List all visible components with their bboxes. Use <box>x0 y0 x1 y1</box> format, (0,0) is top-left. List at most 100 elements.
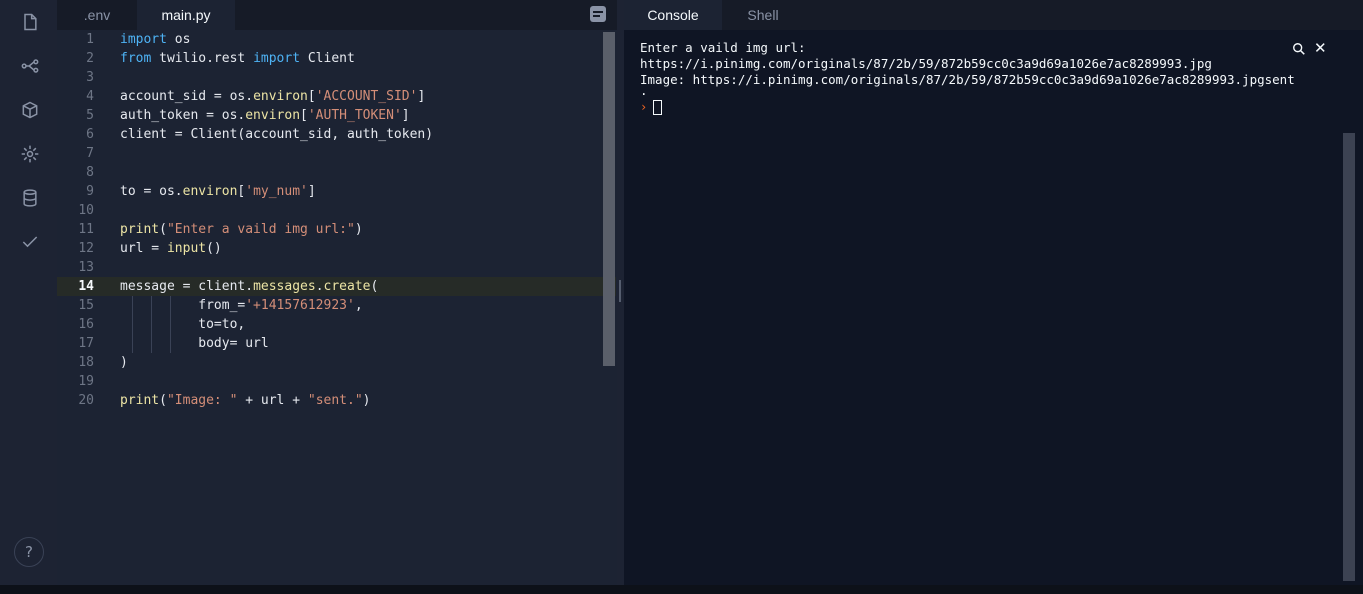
code-token: [ <box>300 108 308 123</box>
line-number: 13 <box>78 260 94 275</box>
code-line[interactable]: account_sid = os.environ['ACCOUNT_SID'] <box>120 87 425 106</box>
code-line[interactable]: message = client.messages.create( <box>120 277 378 296</box>
line-number: 15 <box>78 298 94 313</box>
files-icon[interactable] <box>18 10 42 34</box>
code-line[interactable]: client = Client(account_sid, auth_token) <box>120 125 433 144</box>
code-token: "Image: " <box>166 393 238 408</box>
code-token: + url + <box>237 393 308 408</box>
settings-icon[interactable] <box>18 142 42 166</box>
code-token: 'AUTH_TOKEN' <box>307 108 402 123</box>
line-number: 14 <box>78 279 94 294</box>
code-token: from <box>120 51 152 66</box>
pane-divider[interactable] <box>617 0 624 585</box>
divider-handle[interactable] <box>619 280 621 302</box>
code-line[interactable]: ) <box>120 353 128 372</box>
code-token: to = os. <box>120 184 183 199</box>
code-token: Client <box>300 51 355 66</box>
version-control-icon[interactable] <box>18 54 42 78</box>
line-number: 16 <box>78 317 94 332</box>
code-token: url = <box>120 241 167 256</box>
code-token: [ <box>307 89 316 104</box>
code-token: 'ACCOUNT_SID' <box>315 89 418 104</box>
code-line[interactable]: to = os.environ['my_num'] <box>120 182 316 201</box>
code-line[interactable]: url = input() <box>120 239 222 258</box>
tab-env[interactable]: .env <box>67 0 127 30</box>
help-button[interactable]: ? <box>14 537 44 567</box>
line-number: 19 <box>78 374 94 389</box>
code-token: . <box>315 279 324 294</box>
console-line: Image: https://i.pinimg.com/originals/87… <box>640 72 1295 87</box>
code-token: print <box>120 222 160 237</box>
line-number: 11 <box>78 222 94 237</box>
console-output[interactable]: Enter a vaild img url: https://i.pinimg.… <box>640 40 1340 116</box>
close-icon[interactable]: ✕ <box>1314 40 1328 56</box>
line-number: 1 <box>86 32 94 47</box>
code-token: environ <box>182 184 238 199</box>
packages-icon[interactable] <box>18 98 42 122</box>
code-token: () <box>206 241 222 256</box>
code-token: body= url <box>120 336 269 351</box>
editor-scrollbar[interactable] <box>603 32 615 366</box>
line-number: 4 <box>86 89 94 104</box>
console-tab-bar: Console Shell <box>624 0 1363 30</box>
code-token: import <box>253 51 301 66</box>
line-number: 18 <box>78 355 94 370</box>
console-scrollbar[interactable] <box>1343 133 1355 581</box>
tab-console[interactable]: Console <box>624 0 722 30</box>
code-line[interactable]: from twilio.rest import Client <box>120 49 355 68</box>
code-token: "Enter a vaild img url:" <box>166 222 355 237</box>
code-line[interactable]: from_='+14157612923', <box>120 296 363 315</box>
code-token: '+14157612923' <box>245 298 355 313</box>
code-token: ( <box>159 393 167 408</box>
code-token: ( <box>159 222 167 237</box>
line-number: 20 <box>78 393 94 408</box>
line-number: 7 <box>86 146 94 161</box>
console-pane: Console Shell Enter a vaild img url: htt… <box>624 0 1363 585</box>
code-token: , <box>354 298 363 313</box>
code-token: to=to, <box>120 317 246 332</box>
console-line: Enter a vaild img url: <box>640 40 806 55</box>
console-prompt-row[interactable]: › <box>640 98 1340 116</box>
database-icon[interactable] <box>18 186 42 210</box>
code-token: input <box>166 241 207 256</box>
code-token: account_sid = os. <box>120 89 254 104</box>
code-token: ) <box>362 393 371 408</box>
code-token: ] <box>417 89 426 104</box>
code-token: client = Client(account_sid, auth_token) <box>120 127 434 142</box>
checkmark-icon[interactable] <box>18 230 42 254</box>
line-number: 17 <box>78 336 94 351</box>
line-number: 5 <box>86 108 94 123</box>
console-line: . <box>640 83 648 98</box>
code-token: ] <box>401 108 410 123</box>
console-line: https://i.pinimg.com/originals/87/2b/59/… <box>640 56 1212 71</box>
editor-tab-bar: .env main.py <box>57 0 617 30</box>
code-line[interactable]: to=to, <box>120 315 245 334</box>
line-number: 2 <box>86 51 94 66</box>
format-icon[interactable] <box>590 6 606 22</box>
code-line[interactable]: print("Enter a vaild img url:") <box>120 220 363 239</box>
line-number: 12 <box>78 241 94 256</box>
line-number: 9 <box>86 184 94 199</box>
line-number: 6 <box>86 127 94 142</box>
code-editor: .env main.py 1 2 3 4 5 6 7 8 9 10 11 12 13 14 15 16 17 18… <box>57 0 617 585</box>
code-token: auth_token = os. <box>120 108 246 123</box>
text-cursor <box>653 99 663 115</box>
code-token: from_= <box>120 298 246 313</box>
code-line[interactable]: import os <box>120 30 190 49</box>
code-token: ] <box>307 184 316 199</box>
sidebar: ? <box>0 0 57 585</box>
code-token: ) <box>354 222 363 237</box>
line-number: 10 <box>78 203 94 218</box>
search-icon[interactable] <box>1292 42 1306 56</box>
code-token: twilio.rest <box>151 51 254 66</box>
code-token: ( <box>370 279 379 294</box>
tab-shell[interactable]: Shell <box>728 0 798 30</box>
code-line[interactable]: body= url <box>120 334 269 353</box>
code-token: import <box>120 32 167 47</box>
code-line[interactable]: auth_token = os.environ['AUTH_TOKEN'] <box>120 106 410 125</box>
code-token: 'my_num' <box>245 184 308 199</box>
code-token: message = client. <box>120 279 254 294</box>
line-number: 8 <box>86 165 94 180</box>
tab-main-py[interactable]: main.py <box>137 0 235 30</box>
code-line[interactable]: print("Image: " + url + "sent.") <box>120 391 371 410</box>
